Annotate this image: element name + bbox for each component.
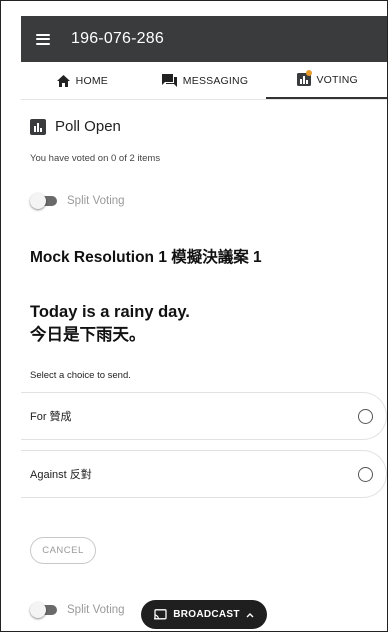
meeting-id: 196-076-286 [71,30,164,47]
select-choice-prompt: Select a choice to send. [30,370,131,381]
split-voting-toggle-bottom[interactable] [30,602,57,618]
tab-voting[interactable]: VOTING [266,62,387,99]
poll-status-label: Poll Open [55,118,121,135]
tab-home[interactable]: HOME [21,62,144,99]
choice-against-label: Against 反對 [30,469,92,481]
chevron-up-icon [246,612,254,618]
voted-progress-text: You have voted on 0 of 2 items [30,153,161,164]
notification-dot [306,70,313,76]
app-frame: 196-076-286 HOME MESSAGING VOTING Poll O… [0,0,388,632]
split-voting-toggle[interactable] [30,193,57,209]
tab-messaging-label: MESSAGING [182,74,249,87]
poll-status-title: Poll Open [30,118,121,135]
cancel-button[interactable]: CANCEL [30,537,96,564]
tab-bar: HOME MESSAGING VOTING [21,62,387,100]
tab-home-label: HOME [75,74,108,87]
hamburger-menu-icon[interactable] [36,33,50,45]
split-voting-row: Split Voting [30,193,125,209]
home-icon [56,74,70,87]
question-english: Today is a rainy day. [30,303,190,321]
chat-icon [161,74,177,87]
resolution-question: Today is a rainy day. 今日是下雨天。 [30,301,190,347]
split-voting-label: Split Voting [67,195,125,207]
choice-for-radio[interactable] [358,408,373,424]
choice-against[interactable]: Against 反對 [21,450,387,498]
split-voting-label-bottom: Split Voting [67,604,125,616]
question-chinese: 今日是下雨天。 [30,326,146,344]
top-bar: 196-076-286 [21,16,387,62]
cast-icon [154,609,167,620]
tab-voting-label: VOTING [316,73,358,86]
resolution-title: Mock Resolution 1 模擬決議案 1 [30,249,262,266]
choice-for-label: For 贊成 [30,411,72,423]
tab-messaging[interactable]: MESSAGING [144,62,267,99]
broadcast-button[interactable]: BROADCAST [141,600,267,629]
choice-against-radio[interactable] [358,466,373,482]
poll-icon [30,118,46,135]
choice-for[interactable]: For 贊成 [21,392,387,440]
broadcast-label: BROADCAST [173,609,240,620]
poll-icon [297,70,313,86]
split-voting-row-bottom: Split Voting [30,602,125,618]
